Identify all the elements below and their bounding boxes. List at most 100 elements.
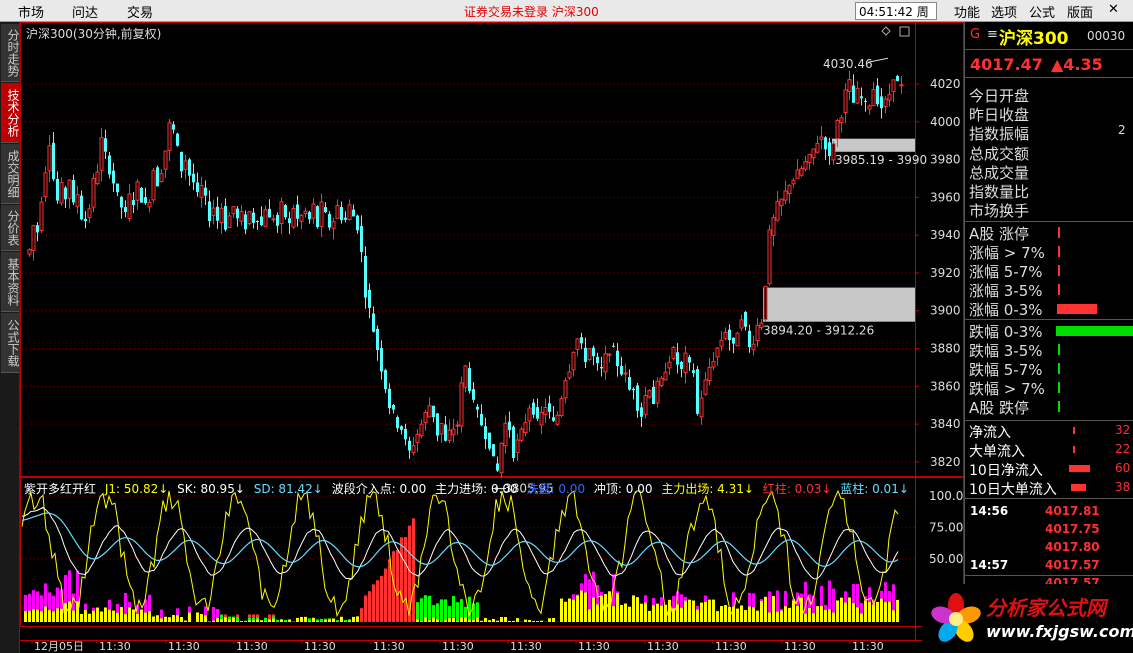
indicator-bar-yellow	[348, 620, 351, 622]
candle-body	[707, 366, 712, 382]
indicator-bar-green	[416, 602, 419, 622]
menu-wenda[interactable]: 问达	[72, 2, 98, 21]
indicator-bar-yellow	[688, 599, 691, 622]
breadth-bar	[1058, 382, 1060, 393]
candle-body	[891, 79, 896, 92]
candle-body	[732, 337, 735, 344]
candle-body	[508, 421, 511, 431]
flow-bar	[1073, 427, 1075, 434]
candle-body	[299, 214, 304, 222]
indicator-bar-yellow	[772, 596, 775, 622]
logo-text: 分析家公式网	[986, 596, 1106, 620]
candle-body	[555, 414, 560, 425]
menu-layout[interactable]: 版面	[1067, 2, 1093, 21]
candle-body	[699, 397, 704, 418]
indicator-bar-yellow	[116, 612, 119, 622]
candle-body	[80, 195, 83, 220]
indicator-bar-yellow	[160, 618, 163, 622]
candle-body	[652, 386, 655, 405]
indicator-bar-yellow	[480, 620, 483, 622]
login-alert[interactable]: 证券交易未登录 沪深300	[464, 3, 599, 20]
candle-body	[616, 350, 619, 367]
indicator-bar-yellow	[88, 613, 91, 622]
tab-profile[interactable]: 基本资料	[1, 252, 20, 312]
indicator-bar-yellow	[744, 610, 747, 622]
candle-body	[735, 332, 740, 347]
candle-body	[47, 145, 52, 172]
candle-body	[603, 353, 608, 373]
candle-body	[444, 424, 447, 441]
gap-zone-lower	[763, 287, 915, 322]
tick-row: 4017.80	[965, 540, 1133, 558]
candle-body	[176, 133, 179, 146]
candle-body	[227, 215, 232, 228]
indicator-bar-yellow	[64, 603, 67, 622]
quote-header: G ≡ 沪深300 00030	[965, 22, 1133, 50]
indicator-bar-green	[456, 602, 459, 622]
candle-body	[831, 143, 836, 161]
quote-panel: G ≡ 沪深300 00030 4017.47 ▲4.35 今日开盘 昨日收盘 指数…	[964, 22, 1133, 653]
tab-technical[interactable]: 技术分析	[1, 83, 20, 143]
candle-body	[296, 204, 299, 219]
candle-body	[532, 402, 535, 415]
indicator-bar-yellow	[784, 606, 787, 622]
candle-body	[472, 389, 475, 400]
candle-body	[711, 361, 716, 368]
indicator-bar-red	[372, 584, 375, 622]
indicator-main-in: 主力进场: 0.00	[435, 482, 518, 496]
indicator-bar-yellow	[812, 613, 815, 622]
candle-body	[311, 203, 316, 219]
indicator-bar-yellow	[824, 609, 827, 622]
candle-body	[536, 407, 539, 419]
candle-body	[703, 379, 708, 395]
x-tick-label: 11:30	[236, 640, 268, 653]
indicator-bar-yellow	[432, 617, 435, 622]
indicator-bar-yellow	[424, 616, 427, 622]
menu-icon[interactable]: ≡	[987, 27, 998, 42]
candle-body	[75, 194, 80, 207]
menu-trade[interactable]: 交易	[127, 2, 153, 21]
candle-body	[204, 187, 207, 196]
candle-body	[847, 79, 852, 92]
candle-body	[43, 172, 48, 197]
tab-price-table[interactable]: 分价表	[1, 205, 20, 251]
tab-intraday[interactable]: 分时走势	[1, 24, 20, 82]
tab-trades[interactable]: 成交明细	[1, 144, 20, 204]
chart-canvas[interactable]: 4020 4000 3980 3960 3940 3920 3900 3880 3860 3840…	[20, 22, 964, 653]
indicator-bar-yellow	[188, 612, 191, 622]
candle-body	[384, 370, 387, 390]
indicator-bar-yellow	[740, 605, 743, 622]
candle-body	[347, 204, 352, 221]
candle-body	[39, 201, 44, 231]
high-annotation: 4030.46	[823, 57, 873, 71]
indicator-bar-yellow	[684, 600, 687, 622]
indicator-bar-yellow	[264, 621, 267, 622]
candle-body	[319, 201, 324, 227]
menu-formula[interactable]: 公式	[1029, 2, 1055, 21]
menu-market[interactable]: 市场	[18, 2, 44, 21]
indicator-bar-yellow	[468, 619, 471, 622]
indicator-bar-yellow	[28, 610, 31, 622]
candle-body	[476, 406, 479, 410]
indicator-bar-yellow	[892, 610, 895, 622]
indicator-bar-yellow	[456, 620, 459, 622]
gap-zone-upper	[832, 138, 915, 152]
menu-options[interactable]: 选项	[991, 2, 1017, 21]
indicator-bar-red	[396, 550, 399, 622]
chart-area[interactable]: 4020 4000 3980 3960 3940 3920 3900 3880 3860 3840…	[20, 22, 964, 653]
tab-formula-download[interactable]: 公式下载	[1, 313, 20, 373]
candle-body	[144, 197, 147, 204]
candle-body	[112, 170, 115, 184]
indicator-bar-yellow	[804, 613, 807, 622]
candle-body	[659, 377, 664, 386]
indicator-bar-yellow	[84, 609, 87, 622]
diamond-icon	[881, 26, 891, 36]
x-tick-label: 11:30	[578, 640, 610, 653]
indicator-bar-yellow	[228, 619, 231, 622]
menu-function[interactable]: 功能	[954, 2, 980, 21]
indicator-bar-yellow	[572, 599, 575, 622]
indicator-bar-yellow	[92, 610, 95, 622]
restore-icon	[899, 26, 910, 37]
close-icon[interactable]: ✕	[1108, 2, 1119, 17]
candle-body	[640, 407, 643, 417]
